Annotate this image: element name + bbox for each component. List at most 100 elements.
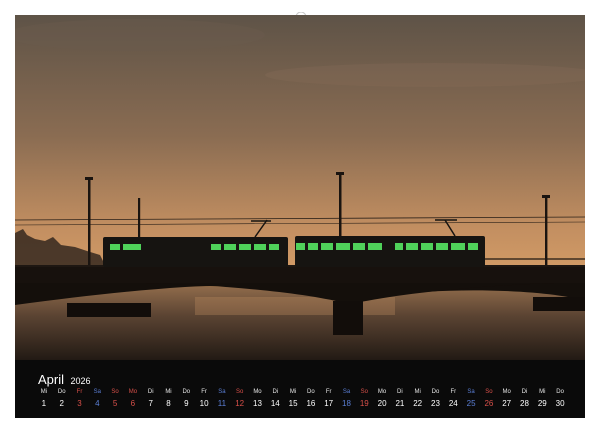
day-number: 23	[431, 399, 440, 408]
day-weekday: So	[485, 389, 493, 395]
calendar-day: Mo 20	[373, 388, 391, 412]
day-number: 14	[270, 399, 280, 408]
calendar-day: Fr 17	[320, 388, 338, 412]
day-weekday: Sa	[93, 389, 101, 395]
day-weekday: So	[111, 389, 119, 395]
bridge-deck	[15, 267, 585, 283]
calendar-day: Di 21	[391, 388, 409, 412]
day-number: 26	[484, 399, 494, 408]
day-number: 2	[59, 399, 64, 408]
day-weekday: Fr	[201, 389, 207, 395]
day-weekday: Do	[57, 389, 66, 395]
calendar-day: Do 9	[177, 388, 195, 412]
calendar-day: Do 2	[53, 388, 71, 412]
cloud	[15, 19, 265, 51]
calendar-day: Mi 8	[160, 388, 178, 412]
calendar-day: Mi 1	[35, 388, 53, 412]
day-number: 11	[217, 399, 227, 408]
calendar-day: Fr 24	[444, 388, 462, 412]
day-number: 29	[537, 399, 547, 408]
day-weekday: Mo	[128, 389, 138, 395]
month-label: April 2026	[38, 371, 91, 389]
calendar-day: Fr 10	[195, 388, 213, 412]
day-weekday: Do	[431, 389, 440, 395]
bridge-pier	[333, 301, 363, 335]
day-number: 19	[359, 399, 369, 408]
day-weekday: Do	[307, 389, 315, 395]
day-weekday: So	[236, 389, 244, 395]
day-number: 5	[112, 399, 118, 408]
day-weekday: Fr	[450, 389, 457, 395]
month-name: April	[38, 372, 65, 387]
day-weekday: Mi	[165, 389, 172, 395]
day-number: 30	[555, 399, 565, 408]
days-grid: Mi 1 Do 2 Fr 3 Sa 4 So 5 Mo 6 Di 7 Mi 8 Do 9 Fr 10 Sa 11 So 12 M…	[35, 388, 569, 412]
calendar-day: Mo 13	[249, 388, 267, 412]
day-weekday: Sa	[342, 389, 351, 395]
day-number: 10	[199, 399, 209, 408]
calendar-day: Mi 29	[533, 388, 551, 412]
day-number: 17	[324, 399, 334, 408]
day-number: 27	[502, 399, 512, 408]
calendar-day: So 5	[106, 388, 124, 412]
day-number: 7	[148, 399, 153, 408]
calendar-day: Mo 27	[498, 388, 516, 412]
day-weekday: Mi	[539, 389, 546, 395]
calendar-day: Sa 18	[338, 388, 356, 412]
calendar-day: Di 14	[266, 388, 284, 412]
day-number: 24	[448, 399, 458, 408]
day-weekday: Sa	[467, 389, 475, 395]
day-number: 1	[41, 399, 47, 408]
day-number: 9	[184, 399, 189, 408]
day-number: 8	[166, 399, 171, 408]
calendar-strip: April 2026 Mi 1 Do 2 Fr 3 Sa 4 So 5 Mo 6 Di 7 Mi 8 Do 9 Fr…	[15, 360, 585, 418]
day-weekday: Mo	[253, 389, 262, 395]
day-number: 20	[377, 399, 387, 408]
day-number: 4	[95, 399, 100, 408]
day-number: 3	[77, 399, 82, 408]
day-number: 13	[253, 399, 262, 408]
day-number: 16	[306, 399, 316, 408]
day-weekday: Fr	[76, 389, 83, 395]
calendar-day: Sa 25	[462, 388, 480, 412]
calendar-day: Mo 6	[124, 388, 142, 412]
calendar-day: Mi 15	[284, 388, 302, 412]
day-weekday: Fr	[325, 389, 332, 395]
calendar-photo	[15, 15, 585, 360]
calendar-day: So 12	[231, 388, 249, 412]
day-number: 21	[395, 399, 405, 408]
day-weekday: Do	[182, 389, 191, 395]
tram-bridge-sunset-scene	[15, 15, 585, 360]
calendar-day: So 19	[355, 388, 373, 412]
day-number: 12	[235, 399, 245, 408]
calendar-day: Di 7	[142, 388, 160, 412]
calendar-day: Di 28	[516, 388, 534, 412]
day-number: 22	[413, 399, 423, 408]
day-number: 25	[466, 399, 476, 408]
day-number: 18	[342, 399, 351, 408]
calendar-day: Mi 22	[409, 388, 427, 412]
day-weekday: Di	[272, 389, 279, 395]
day-weekday: Di	[397, 389, 403, 395]
calendar-day: Do 23	[427, 388, 445, 412]
calendar-day: Fr 3	[71, 388, 89, 412]
bridge-pier-right	[533, 297, 585, 311]
calendar-day: Do 16	[302, 388, 320, 412]
calendar-day: Sa 11	[213, 388, 231, 412]
day-weekday: Di	[521, 389, 528, 395]
day-weekday: Mi	[289, 389, 297, 395]
day-weekday: Mo	[377, 389, 387, 395]
bridge-pier-left	[67, 303, 151, 317]
day-number: 15	[288, 399, 298, 408]
calendar-day: So 26	[480, 388, 498, 412]
day-weekday: Mi	[40, 389, 48, 395]
day-weekday: Mi	[414, 389, 421, 395]
day-weekday: So	[360, 389, 368, 395]
calendar-day: Do 30	[551, 388, 569, 412]
day-weekday: Sa	[218, 389, 226, 395]
day-number: 28	[520, 399, 529, 408]
day-number: 6	[130, 399, 136, 408]
calendar-day: Sa 4	[88, 388, 106, 412]
day-weekday: Do	[556, 389, 564, 395]
day-weekday: Di	[147, 389, 154, 395]
